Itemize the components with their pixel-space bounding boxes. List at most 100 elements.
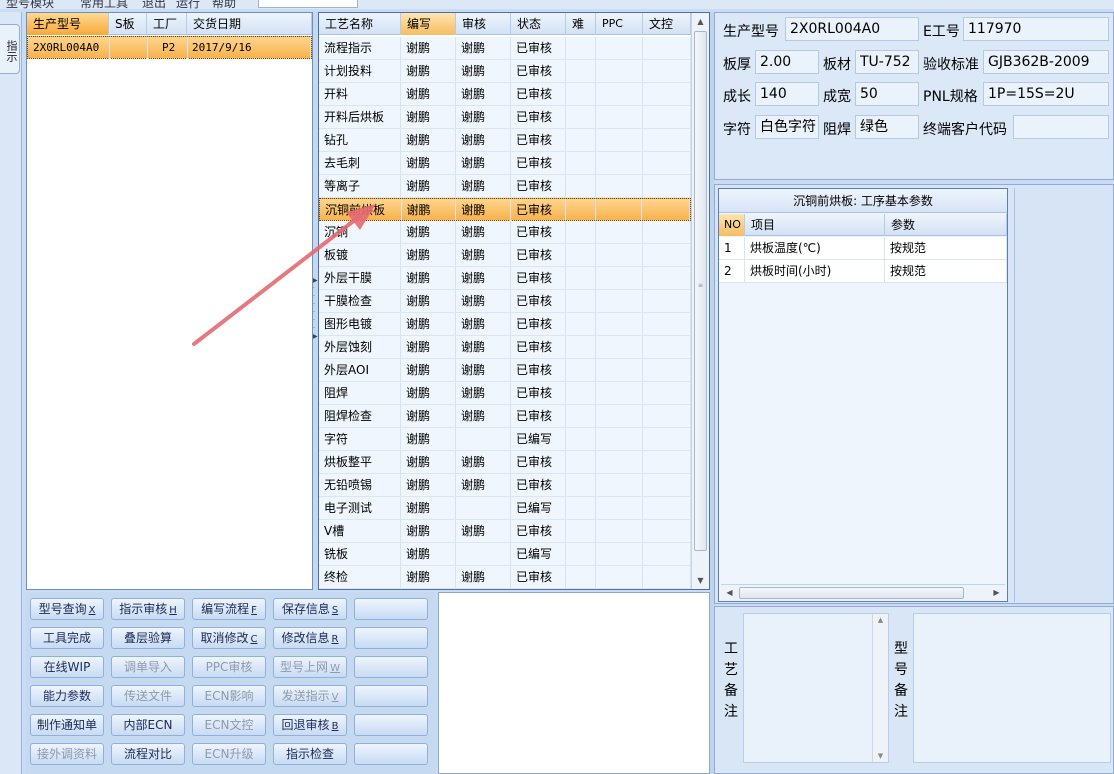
button-0[interactable]: 型号查询 X — [30, 598, 104, 620]
button-26[interactable]: 流程对比 — [111, 743, 185, 765]
table-row[interactable]: 2 烘板时间(小时) 按规范 — [719, 260, 1007, 283]
table-row[interactable]: 等离子 谢鹏 谢鹏 已审核 — [319, 175, 691, 198]
field-mask[interactable]: 绿色 — [855, 115, 919, 139]
button-3[interactable]: 保存信息 S — [273, 598, 347, 620]
scroll-up-icon[interactable]: ▲ — [873, 616, 888, 624]
blank-button[interactable] — [354, 627, 428, 649]
field-e-no[interactable]: 117970 — [963, 17, 1109, 41]
field-material[interactable]: TU-752 — [855, 50, 919, 74]
field-model[interactable]: 2X0RL004A0 — [785, 17, 919, 41]
button-27[interactable]: ECN升级 — [192, 743, 266, 765]
button-12[interactable]: PPC审核 — [192, 656, 266, 678]
field-standard[interactable]: GJB362B-2009 — [983, 50, 1109, 74]
param-hscrollbar[interactable]: ◀ ▶ — [721, 584, 1005, 601]
table-row[interactable]: 开料后烘板 谢鹏 谢鹏 已审核 — [319, 106, 691, 129]
process-remark-field[interactable]: ▲ ▼ — [743, 613, 889, 763]
table-row[interactable]: 烘板整平 谢鹏 谢鹏 已审核 — [319, 451, 691, 474]
menu-item-model[interactable]: 型号模块 — [6, 0, 54, 9]
field-width[interactable]: 50 — [855, 82, 919, 106]
table-row[interactable]: 铣板 谢鹏 已编写 — [319, 543, 691, 566]
col-header-no[interactable]: NO — [719, 214, 745, 236]
button-25[interactable]: 接外调资料 — [30, 743, 104, 765]
menu-item-help[interactable]: 帮助 — [212, 0, 236, 9]
table-row[interactable]: 无铅喷锡 谢鹏 谢鹏 已审核 — [319, 474, 691, 497]
field-char[interactable]: 白色字符 — [755, 115, 819, 139]
blank-button[interactable] — [354, 743, 428, 765]
table-row[interactable]: 外层干膜 谢鹏 谢鹏 已审核 — [319, 267, 691, 290]
table-row[interactable]: 沉铜前烘板 谢鹏 谢鹏 已审核 — [319, 198, 691, 221]
table-row[interactable]: 1 烘板温度(℃) 按规范 — [719, 237, 1007, 260]
table-row[interactable]: 阻焊 谢鹏 谢鹏 已审核 — [319, 382, 691, 405]
button-8[interactable]: 修改信息 R — [273, 627, 347, 649]
side-tab-instruction[interactable]: 指示 — [0, 24, 20, 74]
button-20[interactable]: 制作通知单 — [30, 714, 104, 736]
col-header-status[interactable]: 状态 — [511, 13, 566, 35]
table-row[interactable]: 钻孔 谢鹏 谢鹏 已审核 — [319, 129, 691, 152]
col-header-factory[interactable]: 工厂 — [147, 13, 187, 35]
col-header-process-name[interactable]: 工艺名称 — [319, 13, 401, 35]
scroll-down-icon[interactable]: ▼ — [873, 752, 888, 760]
col-header-s-board[interactable]: S板 — [109, 13, 147, 35]
process-grid-scrollbar[interactable]: ▲ ≡ ▼ — [691, 13, 709, 589]
button-16[interactable]: 传送文件 — [111, 685, 185, 707]
table-row[interactable]: 板镀 谢鹏 谢鹏 已审核 — [319, 244, 691, 267]
table-row[interactable]: 干膜检查 谢鹏 谢鹏 已审核 — [319, 290, 691, 313]
scroll-thumb[interactable]: ≡ — [694, 31, 707, 551]
button-10[interactable]: 在线WIP — [30, 656, 104, 678]
menu-item-tools[interactable]: 常用工具 — [80, 0, 128, 9]
col-header-model[interactable]: 生产型号 — [27, 13, 109, 35]
table-row[interactable]: 2X0RL004A0 P2 2017/9/16 — [27, 36, 312, 59]
table-row[interactable]: 电子测试 谢鹏 已编写 — [319, 497, 691, 520]
button-28[interactable]: 指示检查 — [273, 743, 347, 765]
menu-item-exit[interactable]: 退出 — [142, 0, 166, 9]
table-row[interactable]: 去毛刺 谢鹏 谢鹏 已审核 — [319, 152, 691, 175]
table-row[interactable]: 开料 谢鹏 谢鹏 已审核 — [319, 83, 691, 106]
table-row[interactable]: 沉铜 谢鹏 谢鹏 已审核 — [319, 221, 691, 244]
table-row[interactable]: 外层AOI 谢鹏 谢鹏 已审核 — [319, 359, 691, 382]
col-header-difficulty[interactable]: 难 — [566, 13, 596, 35]
col-header-item[interactable]: 项目 — [745, 214, 885, 236]
field-length[interactable]: 140 — [755, 82, 819, 106]
col-header-delivery[interactable]: 交货日期 — [187, 13, 312, 35]
button-13[interactable]: 型号上网 W — [273, 656, 347, 678]
table-row[interactable]: 外层蚀刻 谢鹏 谢鹏 已审核 — [319, 336, 691, 359]
button-15[interactable]: 能力参数 — [30, 685, 104, 707]
button-2[interactable]: 编写流程 F — [192, 598, 266, 620]
scroll-left-icon[interactable]: ◀ — [721, 585, 738, 601]
memo-scrollbar[interactable]: ▲ ▼ — [872, 614, 888, 762]
button-23[interactable]: 回退审核 B — [273, 714, 347, 736]
table-row[interactable]: 字符 谢鹏 已编写 — [319, 428, 691, 451]
table-row[interactable]: 图形电镀 谢鹏 谢鹏 已审核 — [319, 313, 691, 336]
button-21[interactable]: 内部ECN — [111, 714, 185, 736]
button-22[interactable]: ECN文控 — [192, 714, 266, 736]
button-18[interactable]: 发送指示 V — [273, 685, 347, 707]
button-5[interactable]: 工具完成 — [30, 627, 104, 649]
scroll-up-icon[interactable]: ▲ — [692, 13, 709, 30]
button-11[interactable]: 调单导入 — [111, 656, 185, 678]
blank-button[interactable] — [354, 656, 428, 678]
field-thickness[interactable]: 2.00 — [755, 50, 819, 74]
hscroll-thumb[interactable] — [739, 587, 964, 599]
col-header-doc-control[interactable]: 文控 — [643, 13, 691, 35]
button-6[interactable]: 叠层验算 — [111, 627, 185, 649]
blank-button[interactable] — [354, 598, 428, 620]
scroll-down-icon[interactable]: ▼ — [692, 572, 709, 589]
col-header-writer[interactable]: 编写 — [401, 13, 456, 35]
table-row[interactable]: V槽 谢鹏 谢鹏 已审核 — [319, 520, 691, 543]
button-1[interactable]: 指示审核 H — [111, 598, 185, 620]
model-remark-field[interactable] — [913, 613, 1111, 763]
button-17[interactable]: ECN影响 — [192, 685, 266, 707]
table-row[interactable]: 终检 谢鹏 谢鹏 已审核 — [319, 566, 691, 589]
blank-button[interactable] — [354, 714, 428, 736]
table-row[interactable]: 流程指示 谢鹏 谢鹏 已审核 — [319, 37, 691, 60]
toolbar-combo[interactable] — [258, 0, 358, 8]
menu-item-run[interactable]: 运行 — [176, 0, 200, 9]
field-pnl[interactable]: 1P=15S=2U — [983, 82, 1109, 106]
col-header-reviewer[interactable]: 审核 — [456, 13, 511, 35]
button-7[interactable]: 取消修改 C — [192, 627, 266, 649]
col-header-param[interactable]: 参数 — [885, 214, 1007, 236]
scroll-right-icon[interactable]: ▶ — [988, 585, 1005, 601]
col-header-ppc[interactable]: PPC — [596, 13, 643, 35]
field-customer[interactable] — [1013, 115, 1109, 139]
table-row[interactable]: 阻焊检查 谢鹏 谢鹏 已审核 — [319, 405, 691, 428]
